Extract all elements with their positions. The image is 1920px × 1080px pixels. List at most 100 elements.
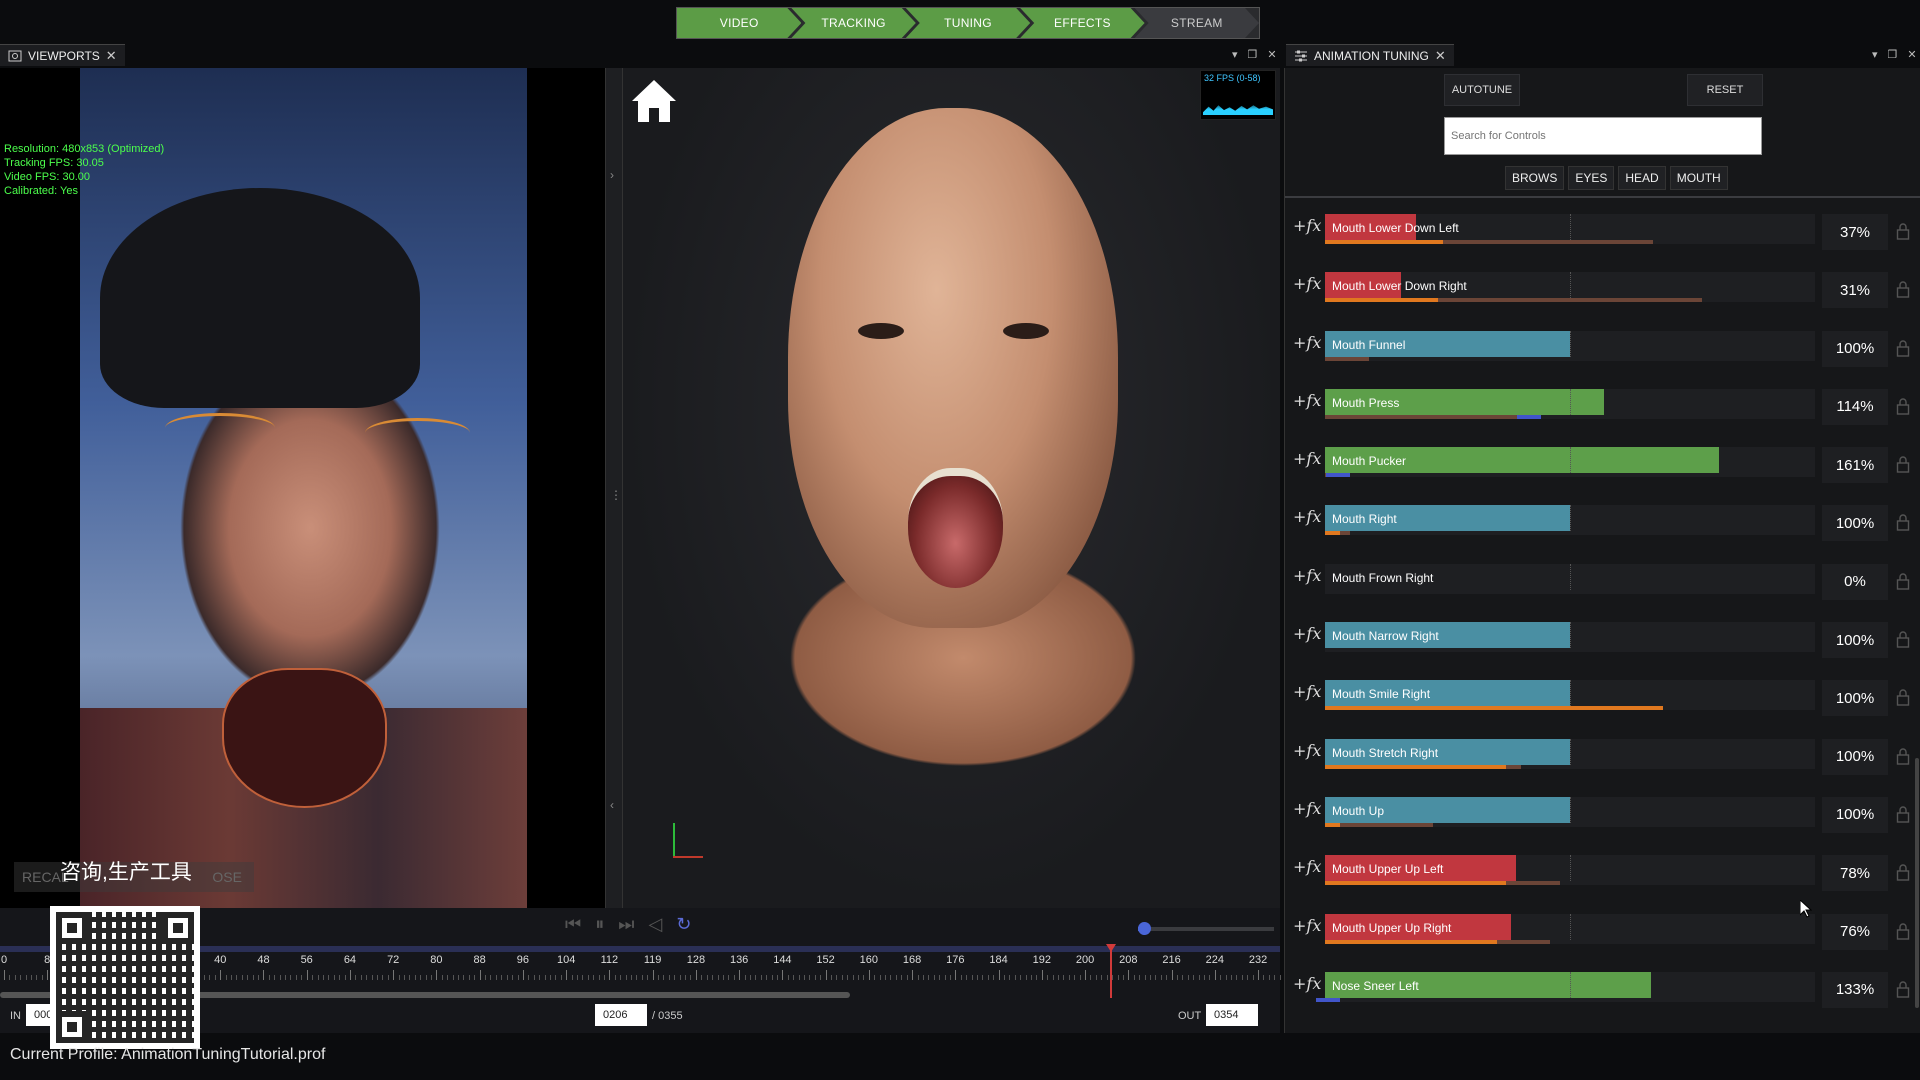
autotune-button[interactable]: AUTOTUNE [1444, 74, 1520, 106]
pause-icon[interactable]: ⏸ [595, 914, 604, 935]
control-percent-field[interactable]: 161% [1822, 447, 1888, 484]
out-frame-field[interactable]: 0354 [1206, 1004, 1258, 1026]
expand-right-icon[interactable]: › [610, 168, 614, 182]
fx-button[interactable]: +fx [1293, 682, 1321, 701]
fx-button[interactable]: +fx [1293, 857, 1321, 876]
viewports-dropdown-icon[interactable]: ▾ [1232, 48, 1238, 61]
control-slider[interactable]: Mouth Press [1325, 388, 1815, 419]
tuning-dropdown-icon[interactable]: ▾ [1872, 48, 1878, 61]
loop-icon[interactable]: ↻ [676, 914, 691, 935]
workflow-step-effects[interactable]: EFFECTS [1020, 8, 1144, 38]
viewports-tab[interactable]: VIEWPORTS ✕ [0, 44, 125, 66]
lock-icon[interactable] [1896, 922, 1910, 940]
fx-button[interactable]: +fx [1293, 391, 1321, 410]
fx-button[interactable]: +fx [1293, 333, 1321, 352]
speed-knob[interactable] [1138, 922, 1151, 935]
workflow-step-tuning[interactable]: TUNING [906, 8, 1030, 38]
lock-icon[interactable] [1896, 455, 1910, 473]
control-slider[interactable]: Mouth Pucker [1325, 447, 1815, 478]
lock-icon[interactable] [1896, 747, 1910, 765]
head-viewport[interactable]: 32 FPS (0-58) [623, 68, 1280, 908]
tuning-tab[interactable]: ANIMATION TUNING ✕ [1286, 44, 1454, 66]
fx-button[interactable]: +fx [1293, 566, 1321, 585]
filter-head-button[interactable]: HEAD [1618, 166, 1666, 190]
control-percent-field[interactable]: 31% [1822, 272, 1888, 309]
fx-button[interactable]: +fx [1293, 974, 1321, 993]
fx-button[interactable]: +fx [1293, 449, 1321, 468]
home-icon[interactable] [629, 76, 679, 126]
control-percent-field[interactable]: 133% [1822, 971, 1888, 1008]
lock-icon[interactable] [1896, 630, 1910, 648]
control-percent-field[interactable]: 100% [1822, 738, 1888, 775]
control-label: Mouth Up [1332, 803, 1385, 818]
tuning-window-close-icon[interactable]: ✕ [1907, 48, 1916, 61]
control-percent-field[interactable]: 100% [1822, 505, 1888, 542]
filter-eyes-button[interactable]: EYES [1568, 166, 1615, 190]
control-percent-field[interactable]: 78% [1822, 855, 1888, 892]
control-slider[interactable]: Mouth Funnel [1325, 330, 1815, 361]
workflow-step-stream[interactable]: STREAM [1135, 8, 1259, 38]
skip-end-icon[interactable]: ⏭ [618, 914, 634, 935]
workflow-step-video[interactable]: VIDEO [677, 8, 801, 38]
fx-button[interactable]: +fx [1293, 624, 1321, 643]
lock-icon[interactable] [1896, 280, 1910, 298]
control-slider[interactable]: Mouth Upper Up Left [1325, 855, 1815, 886]
control-slider[interactable]: Mouth Lower Down Left [1325, 214, 1815, 244]
control-percent-field[interactable]: 0% [1822, 563, 1888, 600]
skip-start-icon[interactable]: ⏮ [565, 914, 581, 935]
control-slider[interactable]: Mouth Right [1325, 505, 1815, 536]
control-percent-field[interactable]: 76% [1822, 913, 1888, 950]
input-bar [1325, 706, 1664, 711]
control-slider[interactable]: Mouth Narrow Right [1325, 622, 1815, 653]
fx-button[interactable]: +fx [1293, 274, 1321, 293]
tick-mark [1247, 975, 1249, 980]
video-viewport[interactable]: Resolution: 480x853 (Optimized) Tracking… [0, 68, 605, 908]
drag-handle-icon[interactable]: ⋮ [610, 488, 622, 502]
control-slider[interactable]: Mouth Upper Up Right [1325, 913, 1815, 944]
fx-button[interactable]: +fx [1293, 507, 1321, 526]
lock-icon[interactable] [1896, 572, 1910, 590]
lock-icon[interactable] [1896, 688, 1910, 707]
step-back-icon[interactable]: ◁ [648, 914, 662, 935]
control-percent-field[interactable]: 100% [1822, 622, 1888, 659]
fx-button[interactable]: +fx [1293, 216, 1321, 235]
tuning-scrollbar[interactable] [1915, 758, 1919, 1008]
control-percent-field[interactable]: 114% [1822, 388, 1888, 425]
control-slider[interactable]: Mouth Smile Right [1325, 680, 1815, 711]
control-slider[interactable]: Nose Sneer Left [1315, 971, 1815, 1002]
control-percent-field[interactable]: 100% [1822, 680, 1888, 717]
tuning-restore-icon[interactable]: ❐ [1888, 48, 1898, 61]
playback-speed-slider[interactable] [1138, 922, 1274, 935]
workflow-step-tracking[interactable]: TRACKING [791, 8, 915, 38]
fx-button[interactable]: +fx [1293, 799, 1321, 818]
viewport-splitter[interactable]: › ⋮ ‹ [605, 68, 623, 908]
control-slider[interactable]: Mouth Lower Down Right [1325, 272, 1815, 303]
control-percent-field[interactable]: 37% [1822, 214, 1888, 250]
lock-icon[interactable] [1896, 513, 1910, 532]
viewports-window-close-icon[interactable]: ✕ [1267, 48, 1276, 61]
control-slider[interactable]: Mouth Stretch Right [1325, 738, 1815, 769]
expand-left-icon[interactable]: ‹ [610, 798, 614, 812]
tick-mark [566, 970, 568, 980]
tuning-close-icon[interactable]: ✕ [1435, 48, 1446, 64]
lock-icon[interactable] [1896, 980, 1910, 998]
playhead[interactable] [1110, 948, 1112, 998]
fx-button[interactable]: +fx [1293, 916, 1321, 935]
lock-icon[interactable] [1896, 222, 1910, 240]
viewports-close-icon[interactable]: ✕ [106, 48, 117, 64]
control-percent-field[interactable]: 100% [1822, 796, 1888, 833]
search-controls-input[interactable] [1444, 117, 1762, 155]
control-slider[interactable]: Mouth Up [1325, 796, 1815, 827]
current-frame-field[interactable]: 0206 [595, 1004, 647, 1026]
fx-button[interactable]: +fx [1293, 741, 1321, 760]
control-percent-field[interactable]: 100% [1822, 330, 1888, 367]
lock-icon[interactable] [1896, 339, 1910, 357]
filter-mouth-button[interactable]: MOUTH [1669, 166, 1728, 190]
control-slider[interactable]: Mouth Frown Right [1325, 563, 1815, 594]
lock-icon[interactable] [1896, 863, 1910, 881]
filter-brows-button[interactable]: BROWS [1505, 166, 1565, 190]
viewports-restore-icon[interactable]: ❐ [1248, 48, 1258, 61]
reset-button[interactable]: RESET [1687, 74, 1763, 106]
lock-icon[interactable] [1896, 397, 1910, 415]
lock-icon[interactable] [1896, 805, 1910, 823]
